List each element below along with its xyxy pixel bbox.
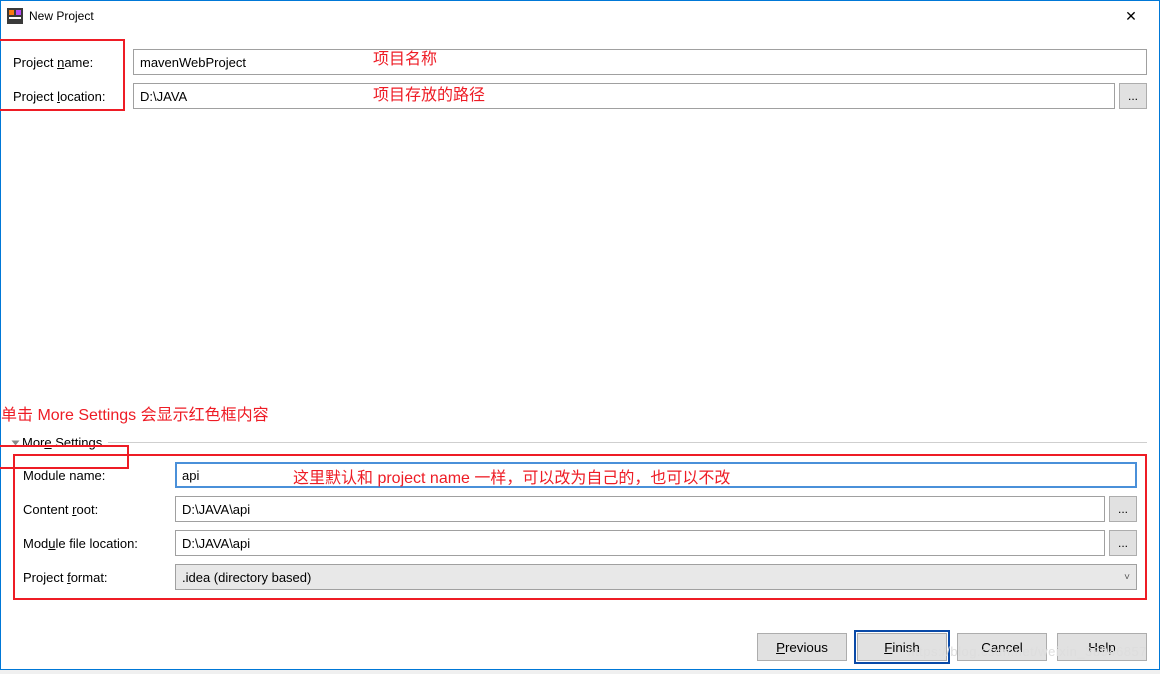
close-icon: ✕ <box>1125 8 1137 25</box>
label-text: Cancel <box>981 640 1023 655</box>
project-format-select[interactable]: .idea (directory based) ˅ <box>175 564 1137 590</box>
label-text: Content <box>23 502 72 517</box>
window-title: New Project <box>29 9 1109 23</box>
close-button[interactable]: ✕ <box>1109 1 1153 31</box>
more-settings-label: More Settings <box>22 435 102 450</box>
select-value: .idea (directory based) <box>182 570 311 585</box>
label-text: Project <box>13 89 57 104</box>
more-settings-header[interactable]: More Settings <box>13 435 1147 450</box>
label-text: ocation: <box>60 89 106 104</box>
ellipsis-icon: ... <box>1118 502 1128 516</box>
project-name-row: Project name: <box>13 49 1147 75</box>
browse-button[interactable]: ... <box>1109 496 1137 522</box>
label-text: Project <box>23 570 67 585</box>
cancel-button[interactable]: Cancel <box>957 633 1047 661</box>
project-format-label: Project format: <box>23 570 175 585</box>
more-settings-panel: Module name: 这里默认和 project name 一样，可以改为自… <box>13 454 1147 600</box>
label-text: revious <box>785 640 828 655</box>
dialog-content: Project name: Project location: ... 项目名称… <box>1 31 1159 608</box>
browse-button[interactable]: ... <box>1119 83 1147 109</box>
content-root-input[interactable] <box>175 496 1105 522</box>
module-name-input[interactable] <box>175 462 1137 488</box>
label-text: Settings <box>52 435 103 450</box>
project-location-label: Project location: <box>13 89 133 104</box>
titlebar: New Project ✕ <box>1 1 1159 31</box>
project-format-row: Project format: .idea (directory based) … <box>23 564 1137 590</box>
module-file-row: Module file location: ... <box>23 530 1137 556</box>
content-root-label: Content root: <box>23 502 175 517</box>
button-bar: Previous Finish Cancel Help <box>757 633 1147 661</box>
project-name-input[interactable] <box>133 49 1147 75</box>
label-mnemonic: u <box>48 536 55 551</box>
project-location-input[interactable] <box>133 83 1115 109</box>
label-text: Project <box>13 55 57 70</box>
app-icon <box>7 8 23 24</box>
module-file-label: Module file location: <box>23 536 175 551</box>
label-text: inish <box>892 640 919 655</box>
project-name-label: Project name: <box>13 55 133 70</box>
previous-button[interactable]: Previous <box>757 633 847 661</box>
browse-button[interactable]: ... <box>1109 530 1137 556</box>
label-mnemonic: P <box>776 640 785 655</box>
project-location-row: Project location: ... <box>13 83 1147 109</box>
ellipsis-icon: ... <box>1118 536 1128 550</box>
content-root-row: Content root: ... <box>23 496 1137 522</box>
label-text: oot: <box>77 502 99 517</box>
annotation-more-settings-hint: 单击 More Settings 会显示红色框内容 <box>1 401 269 425</box>
label-mnemonic: F <box>884 640 892 655</box>
separator <box>108 442 1147 443</box>
label-text: Mod <box>23 536 48 551</box>
label-text: ame: <box>64 55 93 70</box>
chevron-down-icon <box>12 440 20 445</box>
module-name-row: Module name: 这里默认和 project name 一样，可以改为自… <box>23 462 1137 488</box>
ellipsis-icon: ... <box>1128 89 1138 103</box>
label-text: le file location: <box>56 536 138 551</box>
dialog-window: New Project ✕ Project name: Project loca… <box>0 0 1160 670</box>
module-file-input[interactable] <box>175 530 1105 556</box>
help-button[interactable]: Help <box>1057 633 1147 661</box>
label-text: Help <box>1088 640 1115 655</box>
label-mnemonic: e <box>44 435 51 450</box>
module-name-label: Module name: <box>23 468 175 483</box>
chevron-down-icon: ˅ <box>1124 572 1130 583</box>
label-text: Mor <box>22 435 44 450</box>
finish-button[interactable]: Finish <box>857 633 947 661</box>
label-text: ormat: <box>71 570 108 585</box>
